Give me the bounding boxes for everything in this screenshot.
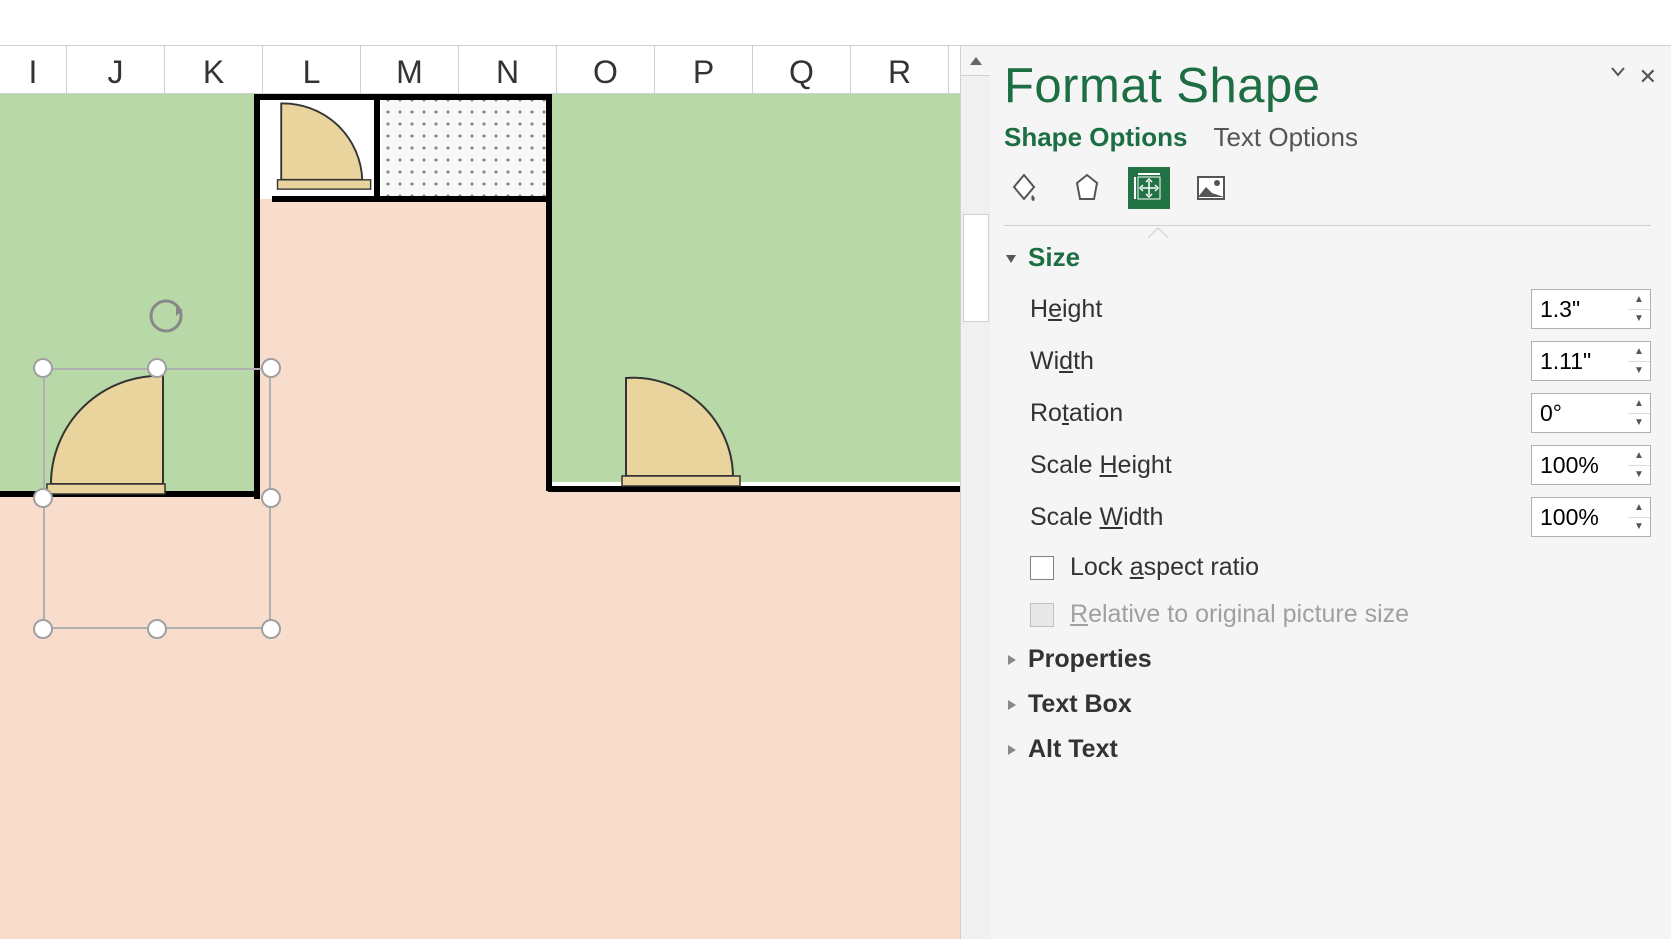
expand-triangle-icon (1004, 698, 1018, 712)
collapse-triangle-icon (1004, 251, 1018, 265)
dotted-room (382, 94, 552, 199)
column-header-P[interactable]: P (655, 46, 753, 93)
size-section-title: Size (1028, 242, 1080, 273)
tab-text-options[interactable]: Text Options (1213, 122, 1358, 153)
close-icon[interactable]: ✕ (1639, 64, 1657, 90)
column-header-N[interactable]: N (459, 46, 557, 93)
spin-down-icon[interactable]: ▼ (1628, 466, 1650, 485)
resize-handle[interactable] (33, 488, 53, 508)
scale-height-spinner[interactable]: ▲▼ (1531, 445, 1651, 485)
spin-up-icon[interactable]: ▲ (1628, 446, 1650, 466)
column-header-R[interactable]: R (851, 46, 949, 93)
expand-triangle-icon (1004, 653, 1018, 667)
column-headers: IJKLMNOPQR (0, 46, 960, 94)
ribbon-area (0, 0, 1671, 46)
spin-down-icon[interactable]: ▼ (1628, 362, 1650, 381)
properties-section-header[interactable]: Properties (1004, 637, 1651, 682)
textbox-section-header[interactable]: Text Box (1004, 682, 1651, 727)
resize-handle[interactable] (147, 358, 167, 378)
lock-aspect-checkbox[interactable] (1030, 556, 1054, 580)
resize-handle[interactable] (261, 619, 281, 639)
scale-width-input[interactable] (1532, 498, 1628, 536)
size-properties-icon[interactable] (1128, 167, 1170, 209)
alttext-title: Alt Text (1028, 735, 1118, 764)
category-icons (1004, 167, 1651, 226)
floor-plan-drawing[interactable] (0, 94, 960, 939)
height-input[interactable] (1532, 290, 1628, 328)
lock-aspect-label: Lock aspect ratio (1070, 553, 1259, 582)
tab-pointer-icon (1148, 225, 1168, 236)
spin-up-icon[interactable]: ▲ (1628, 498, 1650, 518)
size-section-header[interactable]: Size (1004, 242, 1651, 283)
spreadsheet-canvas[interactable]: IJKLMNOPQR (0, 46, 960, 939)
door-shape[interactable] (270, 96, 380, 191)
relative-size-row: Relative to original picture size (1004, 590, 1651, 637)
resize-handle[interactable] (33, 619, 53, 639)
width-input[interactable] (1532, 342, 1628, 380)
scale-width-spinner[interactable]: ▲▼ (1531, 497, 1651, 537)
properties-title: Properties (1028, 645, 1152, 674)
width-label: Width (1030, 347, 1094, 376)
door-shape-selected[interactable] (43, 368, 171, 496)
fill-line-icon[interactable] (1004, 167, 1046, 209)
textbox-title: Text Box (1028, 690, 1132, 719)
rotation-input[interactable] (1532, 394, 1628, 432)
column-header-Q[interactable]: Q (753, 46, 851, 93)
scroll-up-button[interactable] (961, 46, 991, 76)
wall (272, 196, 552, 202)
effects-icon[interactable] (1066, 167, 1108, 209)
column-header-L[interactable]: L (263, 46, 361, 93)
panel-tabs: Shape Options Text Options (1004, 122, 1651, 167)
height-spinner[interactable]: ▲▼ (1531, 289, 1651, 329)
selected-shape[interactable] (33, 358, 281, 639)
room-green-right (552, 94, 960, 482)
panel-title: Format Shape (1004, 46, 1651, 122)
rotation-label: Rotation (1030, 399, 1123, 428)
column-header-I[interactable]: I (0, 46, 67, 93)
panel-options-dropdown-icon[interactable] (1611, 64, 1625, 82)
width-spinner[interactable]: ▲▼ (1531, 341, 1651, 381)
wall (546, 94, 552, 491)
rotate-handle-icon[interactable] (146, 296, 186, 336)
column-header-K[interactable]: K (165, 46, 263, 93)
column-header-J[interactable]: J (67, 46, 165, 93)
rotation-spinner[interactable]: ▲▼ (1531, 393, 1651, 433)
picture-icon[interactable] (1190, 167, 1232, 209)
spin-down-icon[interactable]: ▼ (1628, 414, 1650, 433)
spin-down-icon[interactable]: ▼ (1628, 518, 1650, 537)
tab-shape-options[interactable]: Shape Options (1004, 122, 1187, 153)
format-shape-panel: ✕ Format Shape Shape Options Text Option… (990, 46, 1671, 939)
door-shape[interactable] (618, 370, 746, 488)
room-pink-mid (258, 199, 552, 496)
wall (548, 486, 960, 492)
resize-handle[interactable] (33, 358, 53, 378)
lock-aspect-row[interactable]: Lock aspect ratio (1004, 543, 1651, 590)
spin-up-icon[interactable]: ▲ (1628, 342, 1650, 362)
spin-down-icon[interactable]: ▼ (1628, 310, 1650, 329)
height-label: Height (1030, 295, 1102, 324)
alttext-section-header[interactable]: Alt Text (1004, 727, 1651, 772)
resize-handle[interactable] (147, 619, 167, 639)
scroll-thumb[interactable] (963, 214, 989, 322)
relative-size-checkbox (1030, 603, 1054, 627)
spin-up-icon[interactable]: ▲ (1628, 394, 1650, 414)
column-header-M[interactable]: M (361, 46, 459, 93)
scale-width-label: Scale Width (1030, 503, 1163, 532)
scale-height-label: Scale Height (1030, 451, 1172, 480)
resize-handle[interactable] (261, 488, 281, 508)
relative-size-label: Relative to original picture size (1070, 600, 1409, 629)
resize-handle[interactable] (261, 358, 281, 378)
scale-height-input[interactable] (1532, 446, 1628, 484)
column-header-O[interactable]: O (557, 46, 655, 93)
expand-triangle-icon (1004, 743, 1018, 757)
vertical-scrollbar[interactable] (960, 46, 990, 939)
spin-up-icon[interactable]: ▲ (1628, 290, 1650, 310)
